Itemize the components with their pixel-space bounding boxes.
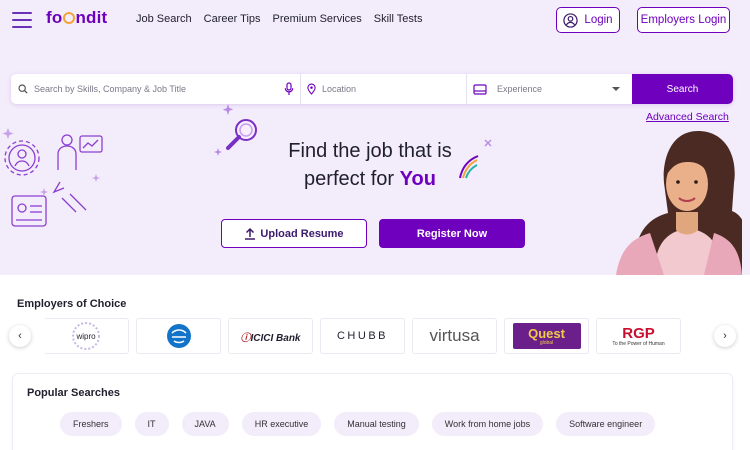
employer-logo-quest[interactable]: Quest global [504,318,589,354]
mic-icon[interactable] [284,82,294,96]
location-input[interactable]: Location [301,74,467,104]
employers-login-button[interactable]: Employers Login [637,7,730,33]
rgp-logo-text: RGP [622,324,655,342]
hero-headline: Find the job that is perfect for You [250,137,490,193]
virtusa-logo-text: virtusa [429,326,480,345]
nav-premium-services[interactable]: Premium Services [273,13,362,25]
upload-icon [245,227,256,240]
chip-software-engineer[interactable]: Software engineer [556,412,656,436]
svg-text:wipro: wipro [75,332,96,341]
quest-logo: Quest global [512,323,581,349]
login-button[interactable]: Login [556,7,620,33]
quest-logo-sub: global [539,339,554,346]
register-now-button[interactable]: Register Now [379,219,525,248]
search-bar: Search by Skills, Company & Job Title Lo… [11,74,733,104]
headline-highlight: You [399,168,436,190]
hero-person-image [616,131,742,275]
wipro-logo: wipro [72,322,100,350]
employer-logo-rgp[interactable]: RGP To the Power of Human [596,318,681,354]
nav-skill-tests[interactable]: Skill Tests [374,13,423,25]
foundit-logo[interactable]: fo ndit [46,8,107,28]
main-nav: Job Search Career Tips Premium Services … [136,13,422,25]
experience-icon [473,83,487,95]
nav-career-tips[interactable]: Career Tips [204,13,261,25]
chubb-logo-text: CHUBB [336,330,388,342]
chip-freshers[interactable]: Freshers [60,412,122,436]
employers-login-label: Employers Login [640,14,727,26]
headline-line2: perfect for You [250,165,490,193]
rgp-logo: RGP To the Power of Human [612,326,664,347]
icici-logo-text: ⓘICICI Bank [240,332,301,344]
ntt-logo [166,324,191,348]
upload-resume-button[interactable]: Upload Resume [221,219,367,248]
popular-searches-title: Popular Searches [27,387,120,399]
employers-title: Employers of Choice [17,298,127,310]
search-icon [18,84,28,94]
chevron-right-icon[interactable]: › [714,325,736,347]
career-illustration [2,128,103,227]
quest-logo-text: Quest [528,325,565,341]
chevron-down-icon [612,87,620,91]
employer-logo-ntt[interactable] [136,318,221,354]
headline-line1: Find the job that is [288,140,452,162]
skills-placeholder: Search by Skills, Company & Job Title [34,84,187,94]
experience-placeholder: Experience [497,84,543,94]
login-label: Login [584,14,613,26]
upload-resume-label: Upload Resume [260,227,344,240]
employer-logo-virtusa[interactable]: virtusa [412,318,497,354]
employer-logos-carousel: wipro ⓘICICI Bank CHUBB virtusa Quest gl… [44,318,681,354]
employer-logo-chubb[interactable]: CHUBB [320,318,405,354]
location-placeholder: Location [322,84,357,94]
experience-select[interactable]: Experience [467,74,632,104]
user-icon [563,12,579,28]
employer-logo-icici[interactable]: ⓘICICI Bank [228,318,313,354]
search-button[interactable]: Search [632,74,733,104]
popular-search-chips: Freshers IT JAVA HR executive Manual tes… [60,412,656,436]
nav-job-search[interactable]: Job Search [136,13,192,25]
chip-it[interactable]: IT [134,412,169,436]
location-pin-icon [307,83,316,95]
chip-hr-executive[interactable]: HR executive [241,412,322,436]
chip-java[interactable]: JAVA [181,412,229,436]
chip-work-from-home[interactable]: Work from home jobs [431,412,544,436]
chevron-left-icon[interactable]: ‹ [9,325,31,347]
hamburger-icon[interactable] [12,12,32,28]
employer-logo-wipro[interactable]: wipro [44,318,129,354]
rgp-logo-sub: To the Power of Human [612,340,665,347]
chip-manual-testing[interactable]: Manual testing [334,412,419,436]
headline-line2-text: perfect for [304,168,400,190]
